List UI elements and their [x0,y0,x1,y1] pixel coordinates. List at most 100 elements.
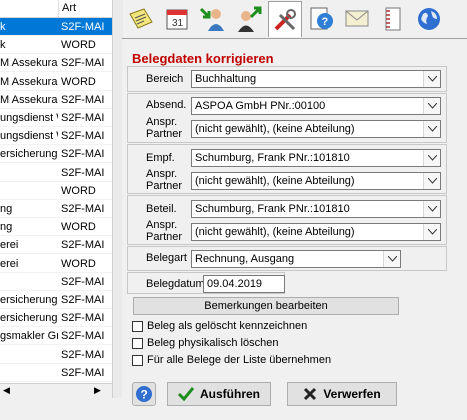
list-row[interactable]: S2F-MAI [0,164,112,182]
list-row[interactable]: M Assekurar WORD [0,73,112,91]
chevron-down-icon[interactable] [423,173,440,189]
list-row[interactable]: S2F-MAI [0,364,112,382]
user-arrow-in-icon[interactable] [196,3,230,35]
checkbox-box[interactable] [132,320,143,332]
alle-belege-label: Für alle Belege der Liste übernehmen [147,354,332,366]
function-toolbar: 31 ? [122,0,467,38]
list-row[interactable]: erei S2F-MAI [0,236,112,255]
row-name-cell: ungsdienst W [0,112,58,124]
row-art-cell: WORD [61,39,96,52]
bereich-value: Buchhaltung [195,73,257,85]
row-name-cell [0,364,58,381]
checkmark-icon [178,387,194,401]
partner-label: Partner [146,128,183,140]
row-name-cell [0,273,58,290]
empfaenger-partner-select[interactable]: (nicht gewählt), (keine Abteilung) [191,172,441,190]
chevron-down-icon[interactable] [423,121,440,137]
user-arrow-out-icon[interactable] [232,3,266,35]
row-art-cell: WORD [61,184,96,197]
geloescht-checkbox[interactable]: Beleg als gelöscht kennzeichnen [132,319,307,333]
list-row[interactable]: k WORD [0,36,112,55]
bemerkungen-button[interactable]: Bemerkungen bearbeiten [133,297,399,315]
row-name-cell: ng [0,203,13,215]
list-row[interactable]: ersicherungs S2F-MAI [0,145,112,164]
chevron-down-icon[interactable] [423,71,440,87]
verwerfen-button[interactable]: Verwerfen [287,382,397,406]
list-row[interactable]: S2F-MAI [0,346,112,364]
row-name-cell: gsmakler Gmb [0,330,58,343]
list-row[interactable]: k S2F-MAI [0,18,112,36]
row-art-cell: S2F-MAI [61,166,105,179]
svg-text:?: ? [141,388,148,402]
empfaenger-select[interactable]: Schumburg, Frank PNr.:101810 [191,149,441,167]
empf-label: Empf. [146,152,175,164]
checkbox-box[interactable] [132,354,143,366]
list-row[interactable]: WORD [0,182,112,200]
absender-value: ASPOA GmbH PNr.:00100 [195,100,326,112]
bereich-select[interactable]: Buchhaltung [191,70,441,88]
globe-icon[interactable] [412,3,446,35]
list-row[interactable]: ersicherungs S2F-MAI [0,309,112,328]
list-row[interactable]: erei WORD [0,255,112,273]
belegdaten-panel: Belegdaten korrigieren Bereich Buchhaltu… [122,38,467,409]
scroll-right-arrow-icon[interactable]: ▶ [94,385,101,396]
column-header-art[interactable]: Art [58,0,112,17]
scroll-left-arrow-icon[interactable]: ◀ [3,385,10,396]
notes-icon[interactable] [124,3,158,35]
absender-partner-select[interactable]: (nicht gewählt), (keine Abteilung) [191,120,441,138]
partner-label: Partner [146,180,183,192]
chevron-down-icon[interactable] [423,150,440,166]
document-spiral-icon[interactable] [376,3,410,35]
row-name-cell: M Assekurar [0,57,58,70]
row-name-cell [0,164,58,181]
anspr-label: Anspr. [146,116,178,128]
row-name-cell: M Assekurar [0,93,58,106]
help-document-icon[interactable]: ? [304,3,338,35]
column-header-name[interactable] [0,0,58,17]
list-row[interactable]: ng S2F-MAI [0,200,112,218]
help-button[interactable]: ? [132,382,156,406]
list-row[interactable]: ersicherungs S2F-MAI [0,291,112,309]
beteiligter-select[interactable]: Schumburg, Frank PNr.:101810 [191,200,441,218]
row-name-cell: erei [0,257,19,270]
belegart-group: Belegart Rechnung, Ausgang [127,246,447,271]
chevron-down-icon[interactable] [383,251,400,267]
list-row[interactable]: ungsdienst WS2F-MAI [0,109,112,127]
horizontal-scrollbar[interactable]: ◀ ▶ [0,383,112,399]
row-art-cell: S2F-MAI [61,312,105,325]
row-art-cell: S2F-MAI [61,57,105,70]
anspr-label: Anspr. [146,168,178,180]
alle-belege-checkbox[interactable]: Für alle Belege der Liste übernehmen [132,353,331,367]
row-name-cell: k [0,21,6,33]
row-name-cell: ersicherungs [0,312,58,325]
absender-partner-value: (nicht gewählt), (keine Abteilung) [195,123,355,135]
chevron-down-icon[interactable] [423,98,440,114]
row-art-cell: S2F-MAI [61,203,105,215]
list-row[interactable]: M Assekurar S2F-MAI [0,91,112,109]
beteiligter-partner-select[interactable]: (nicht gewählt), (keine Abteilung) [191,223,441,241]
document-list[interactable]: Art k S2F-MAI k WORD M Assekurar S2F-MAI M Ass… [0,0,112,398]
row-art-cell: S2F-MAI [61,275,105,288]
calendar-icon[interactable]: 31 [160,3,194,35]
absender-select[interactable]: ASPOA GmbH PNr.:00100 [191,97,441,115]
list-row[interactable]: gsmakler GmbS2F-MAI [0,327,112,346]
ausfuehren-button[interactable]: Ausführen [167,382,271,406]
row-name-cell: k [0,39,6,52]
row-art-cell: S2F-MAI [61,21,105,33]
checkbox-box[interactable] [132,337,143,349]
tools-icon[interactable] [268,1,302,37]
mail-envelope-icon[interactable] [340,3,374,35]
list-row[interactable]: ng WORD [0,218,112,237]
partner-label: Partner [146,231,183,243]
list-row[interactable]: M Assekurar S2F-MAI [0,54,112,73]
belegdatum-input[interactable]: 09.04.2019 [203,275,285,293]
belegart-select[interactable]: Rechnung, Ausgang [191,250,401,268]
list-row[interactable]: ungsdienst WS2F-MAI [0,127,112,146]
list-header: Art [0,0,112,18]
list-row[interactable]: S2F-MAI [0,273,112,291]
absend-label: Absend. [146,99,187,111]
chevron-down-icon[interactable] [423,201,440,217]
row-art-cell: S2F-MAI [61,366,105,379]
chevron-down-icon[interactable] [423,224,440,240]
physisch-checkbox[interactable]: Beleg physikalisch löschen [132,336,278,350]
